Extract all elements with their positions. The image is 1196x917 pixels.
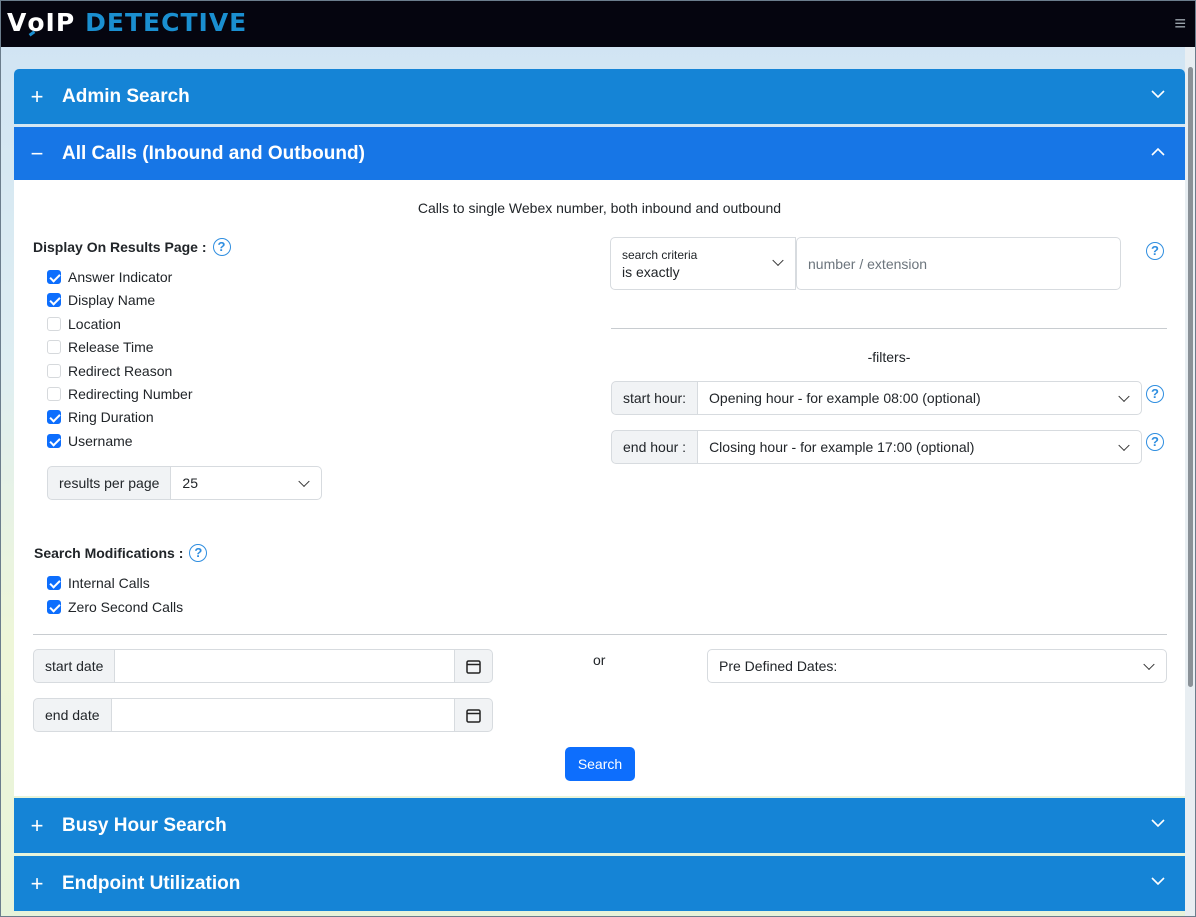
hamburger-menu-icon[interactable]: ≡ [1174, 13, 1186, 36]
checkbox[interactable] [47, 364, 61, 378]
accordion-endpoint-utilization: + Endpoint Utilization [14, 856, 1185, 911]
checkbox-username[interactable]: Username [47, 433, 133, 449]
accordion-header-all-calls[interactable]: − All Calls (Inbound and Outbound) [14, 127, 1185, 180]
accordion-header-busy-hour[interactable]: + Busy Hour Search [14, 798, 1185, 853]
results-per-page-select[interactable]: 25 [171, 466, 323, 500]
accordion-header-admin-search[interactable]: + Admin Search [14, 69, 1185, 124]
search-button[interactable]: Search [565, 747, 635, 781]
plus-icon: + [30, 83, 44, 109]
or-label: or [593, 652, 606, 668]
checkbox[interactable] [47, 293, 61, 307]
checkbox-location[interactable]: Location [47, 316, 121, 332]
checkbox[interactable] [47, 434, 61, 448]
checkbox-internal-calls[interactable]: Internal Calls [47, 575, 150, 591]
checkbox-redirect-reason[interactable]: Redirect Reason [47, 363, 172, 379]
chevron-down-icon [1118, 390, 1130, 403]
checkbox-display-name[interactable]: Display Name [47, 292, 155, 308]
page-scrollbar[interactable] [1185, 47, 1195, 916]
accordion-title: Busy Hour Search [62, 814, 227, 836]
chevron-down-icon [1151, 90, 1165, 99]
help-icon[interactable]: ? [1146, 433, 1164, 451]
start-date-label: start date [33, 649, 116, 683]
chevron-down-icon [772, 254, 784, 267]
end-hour-label: end hour : [611, 430, 699, 464]
chevron-down-icon [1151, 819, 1165, 828]
accordion-admin-search: + Admin Search [14, 69, 1185, 124]
help-icon[interactable]: ? [189, 544, 208, 562]
checkbox[interactable] [47, 600, 61, 614]
results-per-page-label: results per page [47, 466, 172, 500]
divider [611, 328, 1167, 329]
calendar-button[interactable] [454, 698, 493, 732]
accordion-busy-hour: + Busy Hour Search [14, 798, 1185, 853]
accordion-all-calls: − All Calls (Inbound and Outbound) [14, 127, 1185, 180]
divider [33, 634, 1167, 635]
calendar-icon [465, 708, 481, 723]
accordion-title: Endpoint Utilization [62, 872, 241, 894]
start-hour-label: start hour: [611, 381, 699, 415]
chevron-down-icon [298, 475, 311, 488]
checkbox[interactable] [47, 576, 61, 590]
checkbox[interactable] [47, 317, 61, 331]
checkbox-release-time[interactable]: Release Time [47, 339, 154, 355]
chevron-down-icon [1143, 658, 1155, 671]
plus-icon: + [30, 870, 44, 896]
chevron-down-icon [1118, 439, 1130, 452]
calendar-icon [466, 659, 482, 674]
start-date-input[interactable] [115, 649, 456, 683]
checkbox-redirecting-number[interactable]: Redirecting Number [47, 386, 193, 402]
checkbox-zero-second-calls[interactable]: Zero Second Calls [47, 599, 183, 615]
end-date-input[interactable] [111, 698, 455, 732]
end-date-label: end date [33, 698, 112, 732]
voip-detective-logo[interactable]: Vo IP DETECTIVE [1, 8, 247, 37]
search-criteria-select[interactable]: search criteria is exactly [610, 237, 796, 290]
start-hour-group: start hour: Opening hour - for example 0… [611, 381, 1143, 415]
start-hour-select[interactable]: Opening hour - for example 08:00 (option… [698, 381, 1143, 415]
chevron-down-icon [1151, 877, 1165, 886]
checkbox[interactable] [47, 270, 61, 284]
accordion-title: All Calls (Inbound and Outbound) [62, 142, 365, 164]
chevron-up-icon [1151, 147, 1165, 156]
end-date-group: end date [33, 698, 493, 732]
accordion-header-endpoint-utilization[interactable]: + Endpoint Utilization [14, 856, 1185, 911]
help-icon[interactable]: ? [212, 238, 231, 256]
checkbox[interactable] [47, 340, 61, 354]
predefined-dates-select[interactable]: Pre Defined Dates: [707, 649, 1167, 683]
checkbox[interactable] [47, 387, 61, 401]
top-bar: Vo IP DETECTIVE ≡ [1, 1, 1195, 47]
checkbox[interactable] [47, 410, 61, 424]
display-on-results-label: Display On Results Page : ? [33, 238, 231, 256]
search-modifications-label: Search Modifications : ? [34, 544, 208, 562]
end-hour-select[interactable]: Closing hour - for example 17:00 (option… [698, 430, 1143, 464]
minus-icon: − [30, 140, 44, 166]
start-date-group: start date [33, 649, 494, 683]
accordion-title: Admin Search [62, 85, 190, 107]
number-extension-input[interactable]: number / extension [796, 237, 1121, 290]
plus-icon: + [30, 812, 44, 838]
end-hour-group: end hour : Closing hour - for example 17… [611, 430, 1143, 464]
results-per-page-group: results per page 25 [47, 466, 323, 500]
help-icon[interactable]: ? [1146, 385, 1164, 403]
help-icon[interactable]: ? [1146, 242, 1164, 260]
filters-label: -filters- [867, 349, 911, 365]
scrollbar-thumb[interactable] [1188, 67, 1193, 687]
calendar-button[interactable] [455, 649, 494, 683]
checkbox-ring-duration[interactable]: Ring Duration [47, 409, 154, 425]
all-calls-panel: Calls to single Webex number, both inbou… [14, 180, 1185, 796]
panel-subtitle: Calls to single Webex number, both inbou… [417, 200, 782, 216]
checkbox-answer-indicator[interactable]: Answer Indicator [47, 269, 172, 285]
search-criteria-group: search criteria is exactly number / exte… [610, 237, 1121, 290]
